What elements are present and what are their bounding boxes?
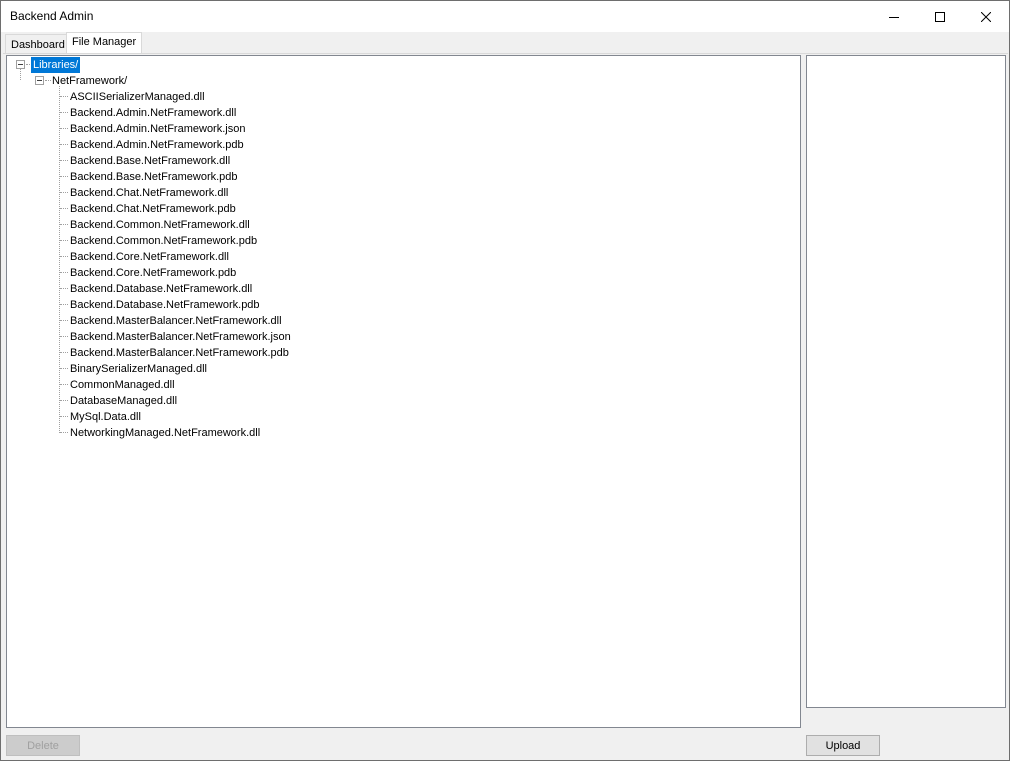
tree-connector: [60, 144, 68, 145]
tree-connector: [60, 288, 68, 289]
tree-connector: [59, 86, 60, 433]
tree-node-file[interactable]: DatabaseManaged.dll: [68, 393, 179, 409]
tab-dashboard[interactable]: Dashboard: [5, 34, 71, 53]
tree-connector: [60, 176, 68, 177]
tree-node-file[interactable]: Backend.MasterBalancer.NetFramework.dll: [68, 313, 284, 329]
tree-connector: [60, 240, 68, 241]
tree-node-file[interactable]: Backend.Database.NetFramework.pdb: [68, 297, 262, 313]
tree-node-label: Backend.Admin.NetFramework.pdb: [70, 139, 244, 151]
tree-node-file[interactable]: Backend.Core.NetFramework.dll: [68, 249, 231, 265]
tree-node-label: Backend.Database.NetFramework.dll: [70, 283, 253, 295]
tree-node-file[interactable]: NetworkingManaged.NetFramework.dll: [68, 425, 262, 441]
collapse-folder-icon[interactable]: [35, 76, 44, 85]
tree-node-label: Backend.Base.NetFramework.dll: [70, 155, 231, 167]
close-icon: [981, 11, 991, 22]
tree-node-file[interactable]: Backend.Admin.NetFramework.pdb: [68, 137, 246, 153]
tree-node-label: NetFramework/: [52, 75, 128, 87]
upload-button[interactable]: Upload: [806, 735, 880, 756]
tree-node-label: ASCIISerializerManaged.dll: [70, 91, 205, 103]
tree-node-file[interactable]: Backend.Admin.NetFramework.json: [68, 121, 247, 137]
delete-button[interactable]: Delete: [6, 735, 80, 756]
tree-node-label: Backend.Common.NetFramework.pdb: [70, 235, 258, 247]
tree-node-label: NetworkingManaged.NetFramework.dll: [70, 427, 261, 439]
window-title: Backend Admin: [10, 9, 94, 23]
tree-node-label: Backend.Database.NetFramework.pdb: [70, 299, 260, 311]
tree-node-label: Backend.Chat.NetFramework.dll: [70, 187, 229, 199]
close-button[interactable]: [963, 1, 1009, 32]
tree-connector: [60, 96, 68, 97]
file-tree[interactable]: Libraries/ NetFramework/ ASCIISerializer…: [6, 55, 801, 728]
tree-node-file[interactable]: Backend.Chat.NetFramework.dll: [68, 185, 230, 201]
tree-node-root[interactable]: Libraries/: [31, 57, 81, 73]
tree-node-label: DatabaseManaged.dll: [70, 395, 178, 407]
tree-connector: [60, 336, 68, 337]
minimize-button[interactable]: [871, 1, 917, 32]
tree-connector: [60, 160, 68, 161]
tree-node-label: Backend.Common.NetFramework.dll: [70, 219, 250, 231]
tree-connector: [60, 416, 68, 417]
tree-node-label: BinarySerializerManaged.dll: [70, 363, 207, 375]
tree-node-label: Backend.Base.NetFramework.pdb: [70, 171, 238, 183]
tree-node-file[interactable]: Backend.Base.NetFramework.pdb: [68, 169, 240, 185]
tree-node-label: MySql.Data.dll: [70, 411, 141, 423]
tree-node-label: Backend.MasterBalancer.NetFramework.pdb: [70, 347, 289, 359]
details-panel[interactable]: [806, 55, 1006, 708]
tab-strip: Dashboard File Manager: [1, 32, 1009, 54]
tree-node-file[interactable]: Backend.Core.NetFramework.pdb: [68, 265, 238, 281]
tree-node-label: Backend.MasterBalancer.NetFramework.json: [70, 331, 291, 343]
app-window: Backend Admin Dashboard File Manager Lib…: [0, 0, 1010, 761]
collapse-root-icon[interactable]: [16, 60, 25, 69]
tree-connector: [60, 192, 68, 193]
tree-node-label: Backend.Admin.NetFramework.json: [70, 123, 246, 135]
tree-connector: [60, 432, 68, 433]
maximize-icon: [935, 11, 945, 22]
tab-file-manager[interactable]: File Manager: [66, 32, 143, 54]
tree-node-label: Backend.Core.NetFramework.dll: [70, 251, 229, 263]
tree-node-label: Backend.Chat.NetFramework.pdb: [70, 203, 236, 215]
tree-connector: [60, 208, 68, 209]
file-manager-page: Libraries/ NetFramework/ ASCIISerializer…: [3, 53, 1008, 759]
tree-connector: [20, 69, 21, 80]
tree-node-file[interactable]: CommonManaged.dll: [68, 377, 177, 393]
tree-node-file[interactable]: Backend.Admin.NetFramework.dll: [68, 105, 238, 121]
tree-connector: [60, 112, 68, 113]
tree-node-folder[interactable]: NetFramework/: [50, 73, 129, 89]
tree-node-file[interactable]: ASCIISerializerManaged.dll: [68, 89, 207, 105]
tree-node-file[interactable]: Backend.Common.NetFramework.pdb: [68, 233, 259, 249]
tree-node-file[interactable]: Backend.MasterBalancer.NetFramework.pdb: [68, 345, 291, 361]
tree-node-label: CommonManaged.dll: [70, 379, 175, 391]
tree-connector: [60, 304, 68, 305]
tree-node-file[interactable]: Backend.Base.NetFramework.dll: [68, 153, 232, 169]
tree-connector: [60, 368, 68, 369]
tree-node-label: Backend.MasterBalancer.NetFramework.dll: [70, 315, 282, 327]
tree-node-file[interactable]: Backend.Chat.NetFramework.pdb: [68, 201, 238, 217]
tree-connector: [60, 256, 68, 257]
tree-connector: [60, 224, 68, 225]
tree-node-file[interactable]: Backend.Database.NetFramework.dll: [68, 281, 254, 297]
tree-node-file[interactable]: BinarySerializerManaged.dll: [68, 361, 209, 377]
tree-node-label: Backend.Core.NetFramework.pdb: [70, 267, 237, 279]
tree-connector: [60, 272, 68, 273]
tree-node-label: Backend.Admin.NetFramework.dll: [70, 107, 237, 119]
tree-connector: [60, 320, 68, 321]
maximize-button[interactable]: [917, 1, 963, 32]
tree-connector: [60, 128, 68, 129]
title-bar[interactable]: Backend Admin: [1, 1, 1009, 32]
tree-node-file[interactable]: Backend.Common.NetFramework.dll: [68, 217, 252, 233]
tree-node-file[interactable]: MySql.Data.dll: [68, 409, 143, 425]
tree-connector: [60, 384, 68, 385]
tree-connector: [60, 352, 68, 353]
minimize-icon: [889, 16, 899, 18]
tree-node-label: Libraries/: [31, 57, 81, 73]
tree-node-file[interactable]: Backend.MasterBalancer.NetFramework.json: [68, 329, 293, 345]
tree-connector: [60, 400, 68, 401]
